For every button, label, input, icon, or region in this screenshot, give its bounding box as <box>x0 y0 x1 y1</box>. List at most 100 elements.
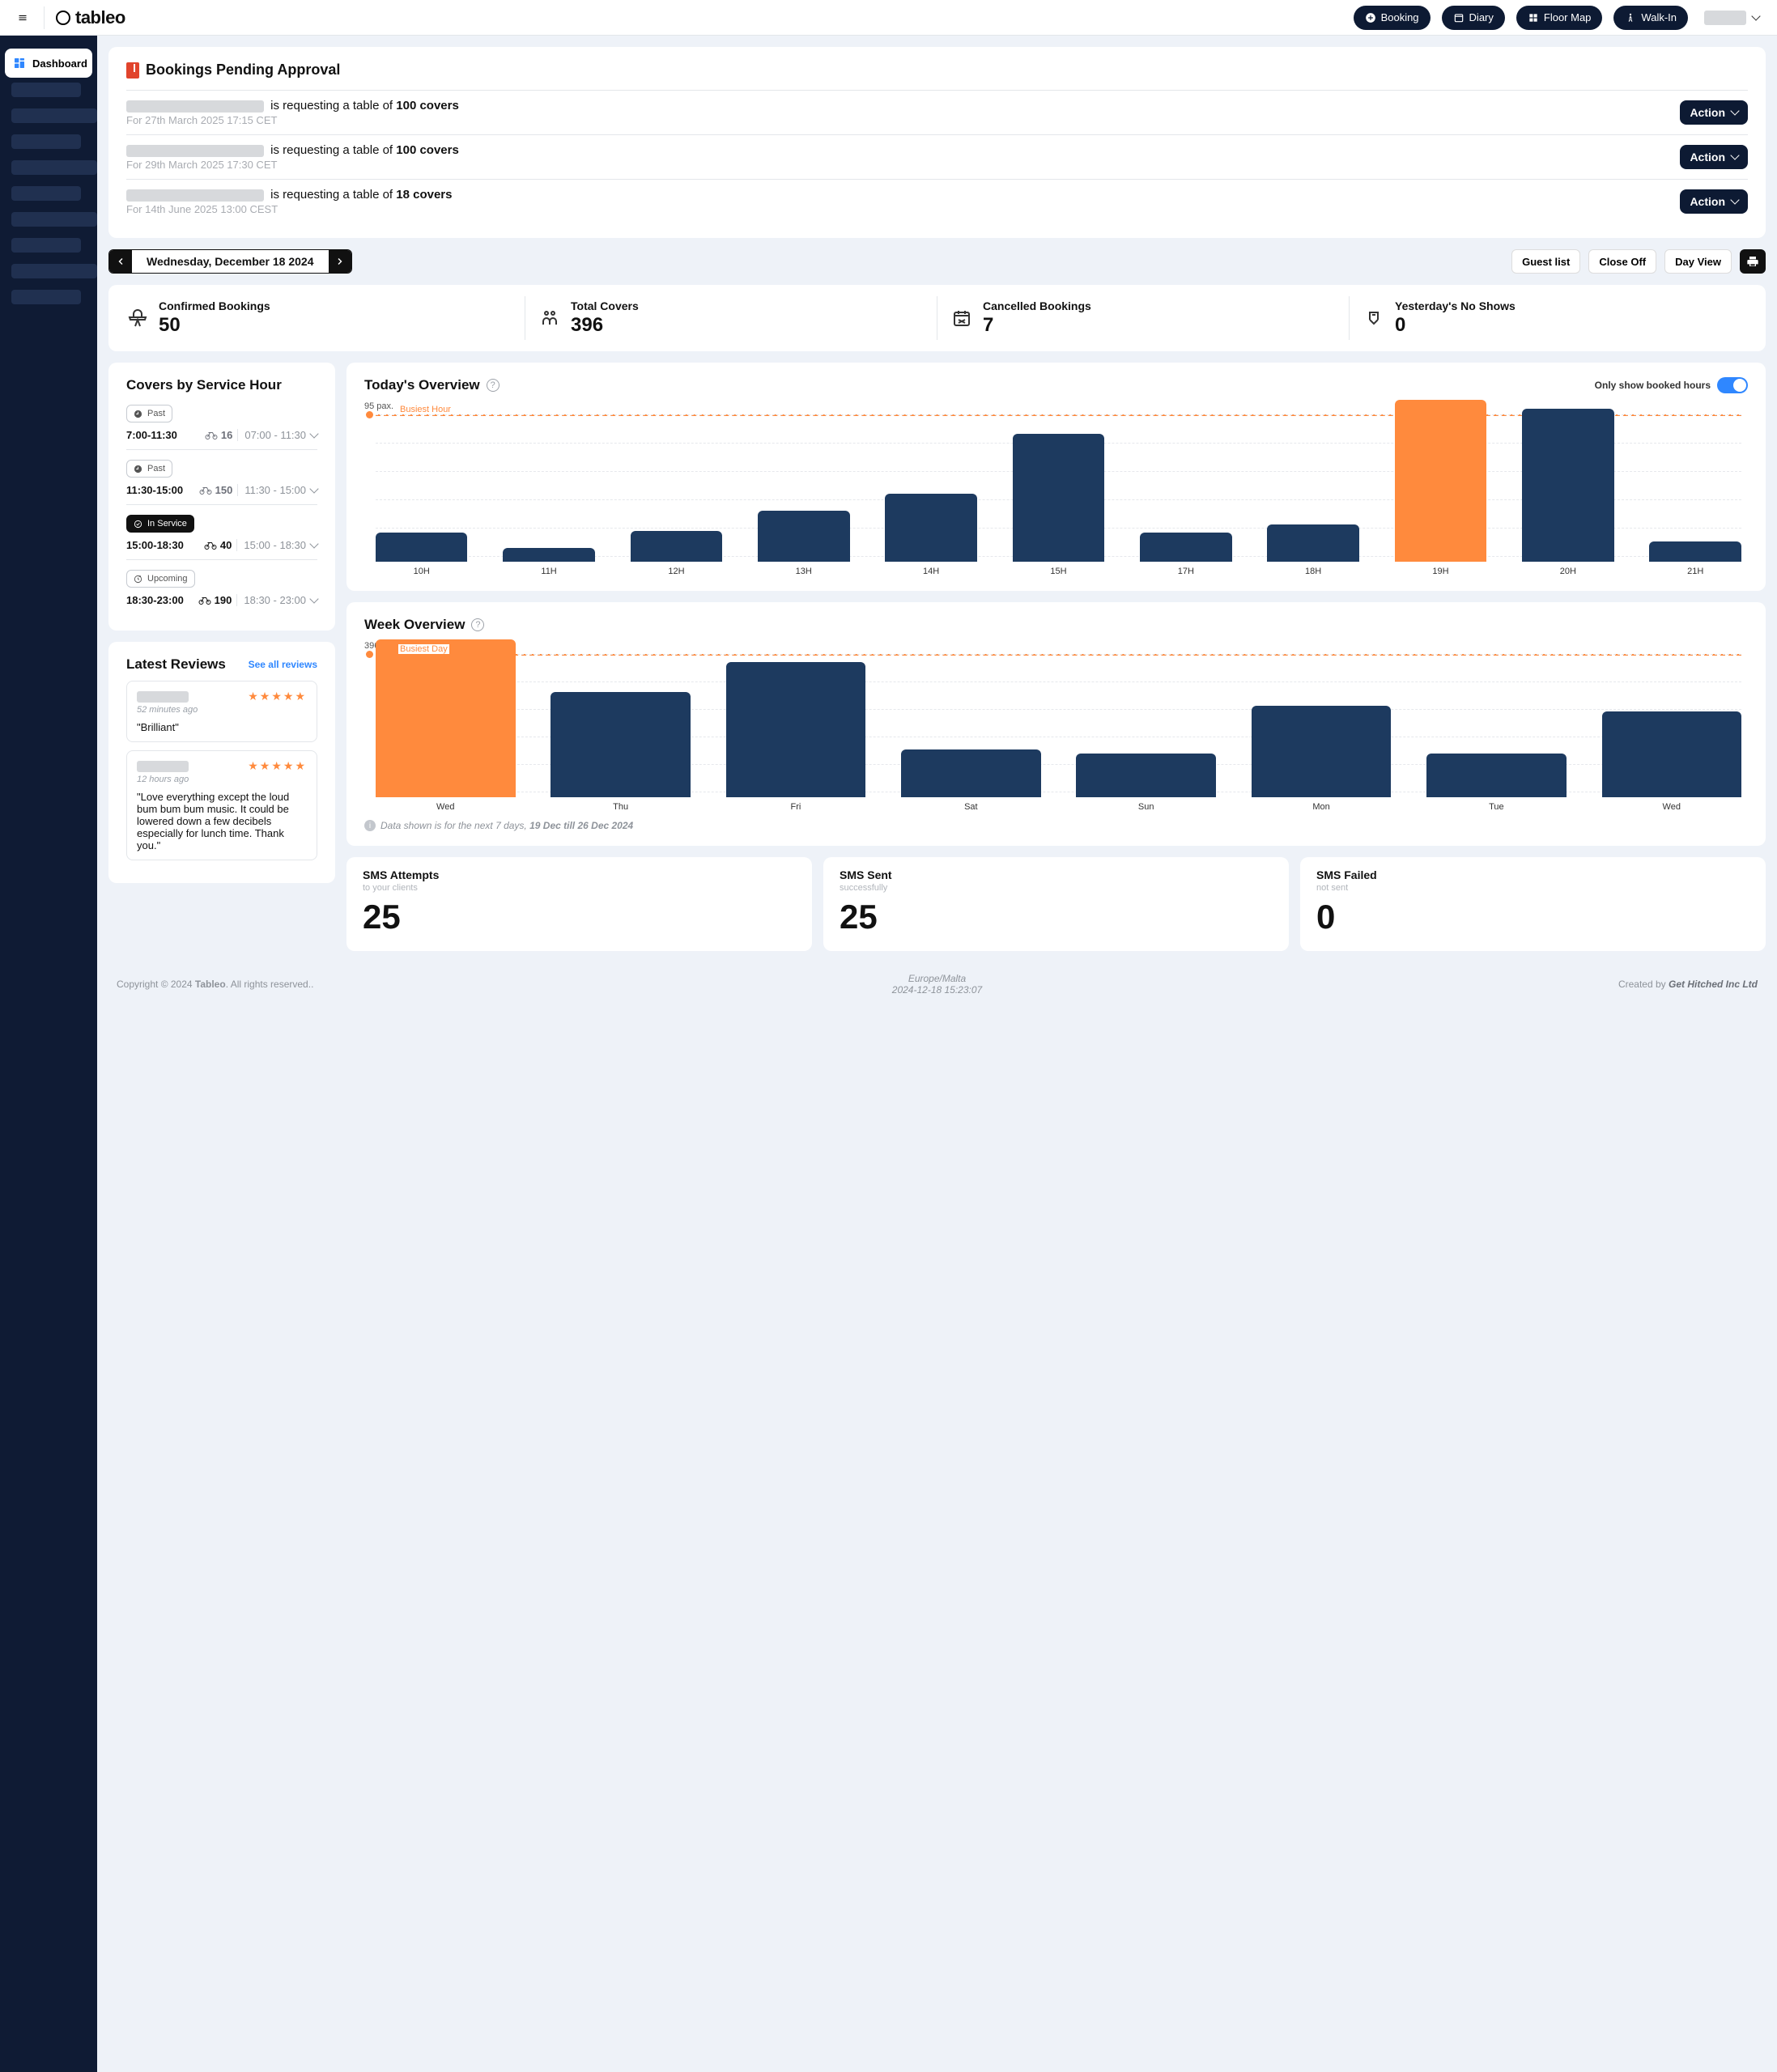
review-card: ★★★★★ 52 minutes ago "Brilliant" <box>126 681 317 742</box>
pending-action-button[interactable]: Action <box>1680 145 1748 169</box>
sidebar-item-redacted[interactable] <box>11 212 97 227</box>
sidebar-item-redacted[interactable] <box>11 264 97 278</box>
chart-bar <box>758 511 849 562</box>
requester-name-redacted <box>126 189 264 202</box>
print-button[interactable] <box>1740 249 1766 274</box>
peak-dot-icon <box>366 411 373 418</box>
sidebar-item-redacted[interactable] <box>11 160 97 175</box>
covers-icon <box>199 486 212 495</box>
chart-bar <box>1076 754 1216 797</box>
current-date[interactable]: Wednesday, December 18 2024 <box>132 250 329 273</box>
nav-floormap-button[interactable]: Floor Map <box>1516 6 1603 30</box>
nav-diary-button[interactable]: Diary <box>1442 6 1505 30</box>
sidebar-item-redacted[interactable] <box>11 186 81 201</box>
stat-tile: Confirmed Bookings50 <box>113 296 525 340</box>
chart-bar <box>726 662 866 797</box>
pending-row: is requesting a table of 100 covers For … <box>126 134 1748 179</box>
sidebar-item-redacted[interactable] <box>11 134 81 149</box>
service-range-select[interactable]: 15:00 - 18:30 <box>236 539 317 551</box>
sidebar-item-redacted[interactable] <box>11 290 81 304</box>
chart-x-label: 17H <box>1140 567 1231 576</box>
sidebar-item-dashboard[interactable]: Dashboard <box>5 49 92 78</box>
sms-stats-row: SMS Attemptsto your clients25SMS Sentsuc… <box>346 857 1766 951</box>
guest-list-button[interactable]: Guest list <box>1511 249 1580 274</box>
menu-toggle-button[interactable] <box>13 8 32 28</box>
date-prev-button[interactable] <box>109 250 132 273</box>
service-hour-chip: Upcoming <box>126 570 195 588</box>
covers-icon <box>204 541 217 550</box>
nav-booking-button[interactable]: Booking <box>1354 6 1431 30</box>
chevron-down-icon <box>1730 195 1739 204</box>
chart-x-label: Tue <box>1426 802 1567 812</box>
pending-action-button[interactable]: Action <box>1680 100 1748 125</box>
help-icon[interactable]: ? <box>487 379 500 392</box>
sms-subtitle: not sent <box>1316 883 1749 893</box>
week-chart: 396 pax. Busiest Day WedThuFriSatSunMonT… <box>364 639 1748 812</box>
pending-action-button[interactable]: Action <box>1680 189 1748 214</box>
sms-title: SMS Sent <box>840 868 1273 881</box>
service-range: 11:30-15:00 <box>126 484 194 496</box>
service-range: 15:00-18:30 <box>126 539 199 551</box>
user-menu[interactable] <box>1699 6 1764 30</box>
service-range-select[interactable]: 07:00 - 11:30 <box>237 429 317 441</box>
chart-x-label: 13H <box>758 567 849 576</box>
reviews-card: Latest Reviews See all reviews ★★★★★ 52 … <box>108 642 335 883</box>
service-hour-block: Past 7:00-11:30 16 07:00 - 11:30 <box>126 405 317 450</box>
chart-x-label: 11H <box>503 567 594 576</box>
chart-bar <box>901 749 1041 797</box>
reviews-title: Latest Reviews <box>126 656 249 673</box>
service-range-select[interactable]: 11:30 - 15:00 <box>237 484 317 496</box>
chevron-down-icon <box>309 539 318 548</box>
pending-row: is requesting a table of 100 covers For … <box>126 90 1748 134</box>
plus-circle-icon <box>1365 12 1376 23</box>
service-range-select[interactable]: 18:30 - 23:00 <box>236 594 317 606</box>
covers-icon <box>205 431 218 440</box>
nav-walkin-button[interactable]: Walk-In <box>1613 6 1688 30</box>
service-hour-chip: In Service <box>126 515 194 533</box>
pending-subtext: For 29th March 2025 17:30 CET <box>126 159 1680 171</box>
close-off-button[interactable]: Close Off <box>1588 249 1656 274</box>
book-icon <box>126 62 139 79</box>
pending-subtext: For 14th June 2025 13:00 CEST <box>126 203 1680 215</box>
grid-icon <box>1528 12 1539 23</box>
sidebar-item-redacted[interactable] <box>11 83 81 97</box>
chart-bar <box>1252 706 1392 797</box>
sidebar-item-redacted[interactable] <box>11 108 97 123</box>
chart-bar <box>376 533 467 562</box>
review-time: 52 minutes ago <box>137 705 307 715</box>
date-next-button[interactable] <box>329 250 351 273</box>
sidebar-item-redacted[interactable] <box>11 238 81 253</box>
date-navigator: Wednesday, December 18 2024 <box>108 249 352 274</box>
chart-x-label: 10H <box>376 567 467 576</box>
chevron-down-icon <box>1730 151 1739 159</box>
main-content: Bookings Pending Approval is requesting … <box>97 36 1777 2072</box>
pending-subtext: For 27th March 2025 17:15 CET <box>126 114 1680 126</box>
service-hour-block: In Service 15:00-18:30 40 15:00 - 18:30 <box>126 515 317 560</box>
pending-approvals-card: Bookings Pending Approval is requesting … <box>108 47 1766 238</box>
stats-row: Confirmed Bookings50Total Covers396Cance… <box>108 285 1766 351</box>
help-icon[interactable]: ? <box>471 618 484 631</box>
chevron-left-icon <box>116 257 125 266</box>
reviewer-name-redacted <box>137 761 189 772</box>
chart-bar <box>1013 434 1104 562</box>
requester-name-redacted <box>126 145 264 157</box>
stat-tile: Cancelled Bookings7 <box>937 296 1349 340</box>
chart-bar <box>1649 541 1741 562</box>
service-covers: 40 <box>204 539 232 551</box>
divider <box>44 6 45 29</box>
see-all-reviews-link[interactable]: See all reviews <box>249 659 317 670</box>
chevron-down-icon <box>309 429 318 438</box>
print-icon <box>1746 255 1759 268</box>
stat-icon <box>128 308 147 328</box>
chart-bar <box>1395 400 1486 562</box>
chart-x-label: Sun <box>1076 802 1216 812</box>
brand-name: tableo <box>75 7 125 28</box>
credit-link[interactable]: Get Hitched Inc Ltd <box>1669 979 1758 990</box>
day-view-button[interactable]: Day View <box>1664 249 1732 274</box>
service-hours-title: Covers by Service Hour <box>126 377 317 393</box>
chart-x-label: 21H <box>1649 567 1741 576</box>
booked-hours-toggle[interactable] <box>1717 377 1748 393</box>
sidebar-item-label: Dashboard <box>32 57 87 70</box>
chart-bar <box>1267 524 1358 562</box>
sms-stat-card: SMS Failednot sent0 <box>1300 857 1766 951</box>
